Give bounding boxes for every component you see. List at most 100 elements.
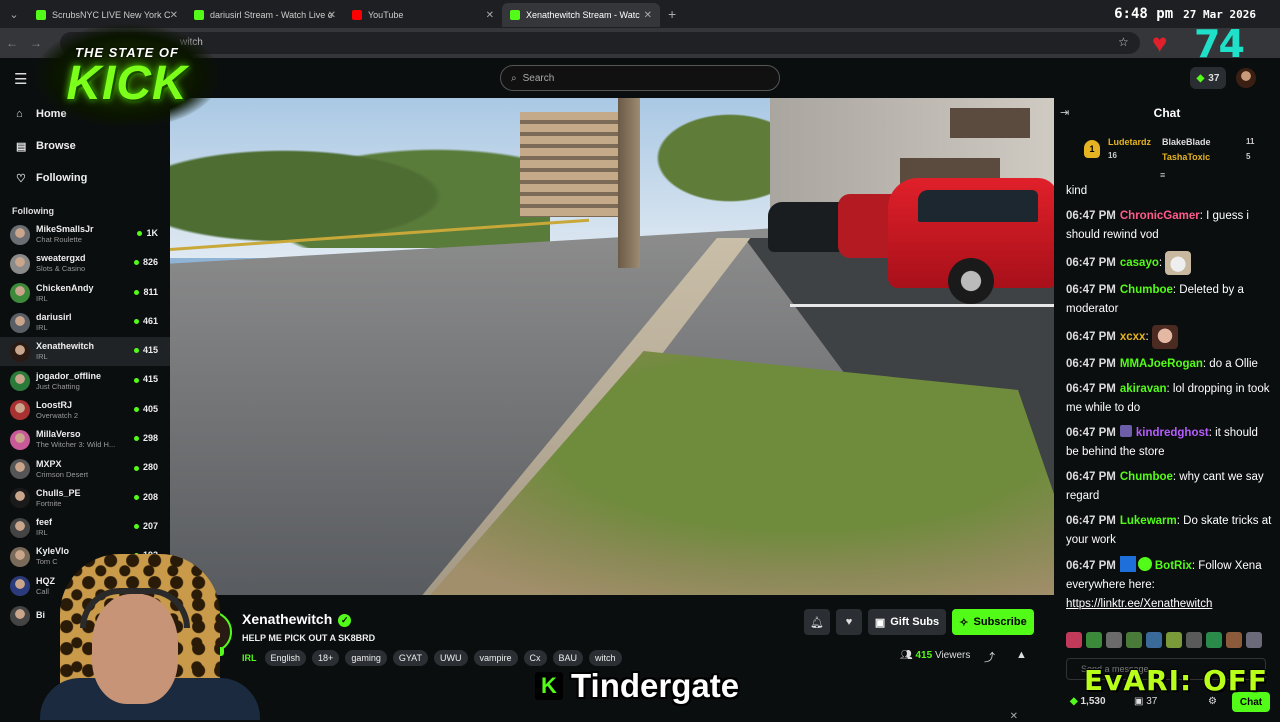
followed-channel[interactable]: MillaVerso The Witcher 3: Wild H... 298 bbox=[0, 425, 170, 454]
video-player[interactable] bbox=[170, 98, 1054, 595]
tab-close-icon[interactable]: ✕ bbox=[644, 10, 652, 21]
followed-channel[interactable]: ChickenAndy IRL 811 bbox=[0, 279, 170, 308]
chat-username[interactable]: xcxx bbox=[1120, 331, 1146, 343]
new-tab-icon[interactable]: + bbox=[668, 6, 676, 22]
share-icon[interactable]: ⤴ bbox=[984, 649, 995, 665]
browser-tab[interactable]: Xenathewitch Stream - Watc ✕ bbox=[502, 3, 660, 27]
menu-icon[interactable]: ☰ bbox=[14, 70, 27, 88]
emote-icon[interactable] bbox=[1126, 632, 1142, 648]
report-icon[interactable]: ▲ bbox=[1016, 649, 1027, 661]
close-icon[interactable]: ✕ bbox=[1010, 711, 1018, 722]
subscribe-label: Subscribe bbox=[973, 616, 1027, 628]
emote-icon[interactable] bbox=[1106, 632, 1122, 648]
chat-message: 06:47 PM akiravan: lol dropping in took m… bbox=[1066, 380, 1272, 418]
search-icon: ⌕ bbox=[511, 72, 517, 84]
chat-username[interactable]: kindredghost bbox=[1136, 427, 1209, 439]
channel-viewers: 1K bbox=[137, 228, 158, 238]
emote-icon[interactable] bbox=[1186, 632, 1202, 648]
subscribe-button[interactable]: ✧ Subscribe bbox=[952, 609, 1034, 635]
leader-1-count: 16 bbox=[1108, 151, 1117, 160]
girl-emote-icon bbox=[1151, 325, 1178, 349]
followed-channel[interactable]: Xenathewitch IRL 415 bbox=[0, 337, 170, 367]
stream-tag[interactable]: witch bbox=[589, 650, 622, 666]
emote-icon[interactable] bbox=[1146, 632, 1162, 648]
stream-tag[interactable]: UWU bbox=[434, 650, 468, 666]
browser-tab[interactable]: YouTube ✕ bbox=[344, 3, 502, 27]
sidebar-nav-browse[interactable]: ▤ Browse bbox=[0, 130, 170, 162]
chat-username[interactable]: casayo bbox=[1120, 257, 1159, 269]
leader-1-name[interactable]: Ludetardz bbox=[1108, 137, 1151, 147]
channel-name: feef bbox=[36, 517, 53, 528]
stream-tag[interactable]: gaming bbox=[345, 650, 387, 666]
chat-timestamp: 06:47 PM bbox=[1066, 471, 1116, 483]
emote-icon[interactable] bbox=[1086, 632, 1102, 648]
emote-icon[interactable] bbox=[1226, 632, 1242, 648]
sidebar-nav-label: Browse bbox=[36, 140, 76, 152]
emote-icon[interactable] bbox=[1066, 632, 1082, 648]
stream-tag[interactable]: 18+ bbox=[312, 650, 340, 666]
leader-2-name[interactable]: BlakeBlade bbox=[1162, 137, 1211, 147]
channel-avatar bbox=[10, 459, 30, 480]
chat-username[interactable]: BotRix bbox=[1155, 560, 1192, 572]
expand-leaderboard-icon[interactable]: ≡ bbox=[1160, 170, 1165, 180]
channel-viewers: 826 bbox=[134, 257, 158, 267]
chat-username[interactable]: ChronicGamer bbox=[1120, 210, 1200, 222]
channel-category: Just Chatting bbox=[36, 381, 80, 391]
followed-channel[interactable]: MXPX Crimson Desert 280 bbox=[0, 454, 170, 483]
emote-icon[interactable] bbox=[1166, 632, 1182, 648]
channel-name: MikeSmallsJr bbox=[36, 224, 94, 235]
followed-channel[interactable]: LoostRJ Overwatch 2 405 bbox=[0, 396, 170, 425]
back-icon[interactable]: ← bbox=[0, 36, 24, 50]
gift-subs-button[interactable]: ▣ Gift Subs bbox=[868, 609, 946, 635]
tab-close-icon[interactable]: ✕ bbox=[486, 10, 494, 21]
tab-title: Xenathewitch Stream - Watc bbox=[526, 10, 640, 20]
settings-gear-icon[interactable]: ⚙ bbox=[1208, 696, 1217, 707]
follow-heart-button[interactable]: ♥ bbox=[836, 609, 862, 635]
followed-channel[interactable]: Chulls_PE Fortnite 208 bbox=[0, 484, 170, 513]
stream-tag[interactable]: BAU bbox=[552, 650, 584, 666]
leader-3-name[interactable]: TashaToxic bbox=[1162, 152, 1210, 162]
chat-username[interactable]: Chumboe bbox=[1120, 471, 1173, 483]
stream-tag[interactable]: GYAT bbox=[392, 650, 429, 666]
followed-channel[interactable]: sweatergxd Slots & Casino 826 bbox=[0, 249, 170, 278]
tab-close-icon[interactable]: ✕ bbox=[328, 10, 336, 21]
chat-username[interactable]: Chumboe bbox=[1120, 284, 1173, 296]
gift-icon: ▣ bbox=[1134, 696, 1144, 707]
chat-timestamp: 06:47 PM bbox=[1066, 358, 1116, 370]
sidebar-nav-following[interactable]: ♡ Following bbox=[0, 162, 170, 194]
chat-username[interactable]: akiravan bbox=[1120, 383, 1167, 395]
chat-message: 06:47 PM ChronicGamer: I guess i should r… bbox=[1066, 207, 1272, 245]
followed-channel[interactable]: jogador_offline Just Chatting 415 bbox=[0, 366, 170, 395]
channel-points[interactable]: ◆ 1,530 bbox=[1070, 696, 1106, 707]
chat-message: 06:47 PM Chumboe: why cant we say regard bbox=[1066, 468, 1272, 506]
chat-link[interactable]: https://linktr.ee/Xenathewitch bbox=[1066, 598, 1212, 610]
tab-close-icon[interactable]: ✕ bbox=[170, 10, 178, 21]
emote-icon[interactable] bbox=[1246, 632, 1262, 648]
moderator-badge-icon bbox=[1119, 425, 1132, 437]
stream-tag[interactable]: Cx bbox=[523, 650, 547, 666]
chat-username[interactable]: Lukewarm bbox=[1120, 515, 1177, 527]
followed-channel[interactable]: feef IRL 207 bbox=[0, 513, 170, 542]
channel-category: IRL bbox=[36, 323, 48, 333]
search-input[interactable]: ⌕ Search bbox=[500, 65, 780, 91]
sidebar-nav-label: Following bbox=[36, 172, 88, 184]
bookmark-star-icon[interactable]: ☆ bbox=[1118, 35, 1129, 49]
followed-channel[interactable]: MikeSmallsJr Chat Roulette 1K bbox=[0, 220, 170, 249]
logo-line-2: KICK bbox=[66, 56, 188, 110]
browser-tab[interactable]: dariusirl Stream - Watch Live o ✕ bbox=[186, 3, 344, 27]
emote-icon[interactable] bbox=[1206, 632, 1222, 648]
browser-tab[interactable]: ScrubsNYC LIVE New York C ✕ bbox=[28, 3, 186, 27]
gift-count[interactable]: ▣ 37 bbox=[1134, 696, 1157, 707]
user-avatar[interactable] bbox=[1236, 68, 1256, 88]
url-field[interactable]: witch bbox=[60, 32, 1140, 54]
notification-bell-button[interactable]: 🔔︎ bbox=[804, 609, 830, 635]
stream-tag[interactable]: vampire bbox=[473, 650, 518, 666]
tab-search-icon[interactable]: ⌄ bbox=[0, 0, 28, 28]
channel-avatar bbox=[10, 224, 30, 245]
forward-icon[interactable]: → bbox=[24, 36, 48, 50]
points-badge[interactable]: ◆ 37 bbox=[1190, 67, 1226, 89]
followed-channel[interactable]: dariusirl IRL 461 bbox=[0, 308, 170, 337]
chat-message: 06:47 PM BotRix: Follow Xena everywhere h… bbox=[1066, 556, 1272, 614]
gift-count-value: 37 bbox=[1146, 696, 1158, 707]
chat-username[interactable]: MMAJoeRogan bbox=[1120, 358, 1203, 370]
